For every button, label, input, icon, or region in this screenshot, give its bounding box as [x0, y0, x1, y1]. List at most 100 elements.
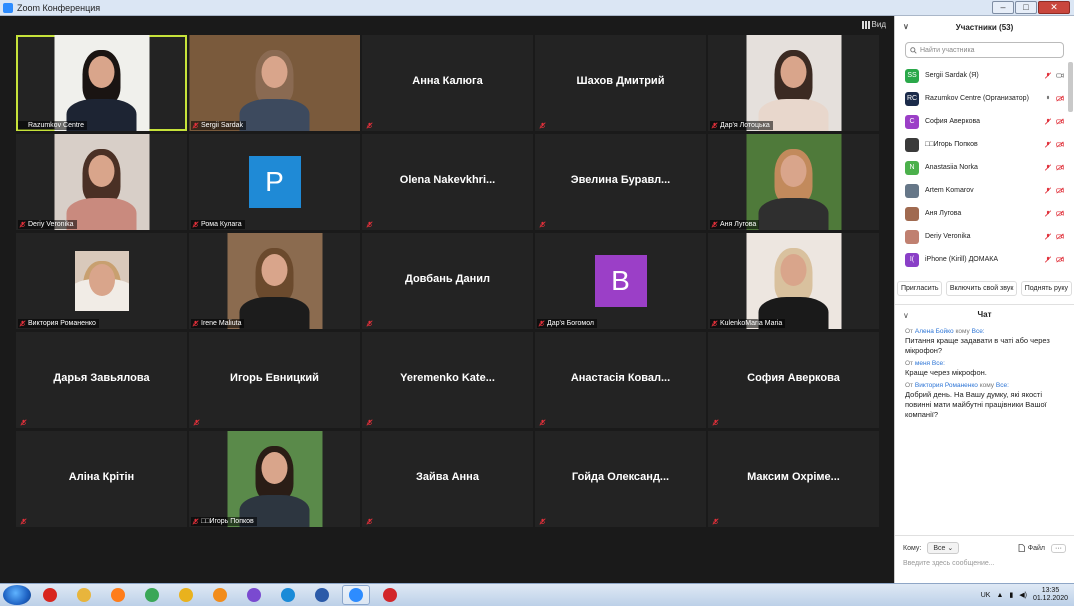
participant-tile[interactable]: Игорь Евницкий	[189, 332, 360, 428]
participant-video	[746, 134, 841, 230]
collapse-chevron-icon[interactable]: ∨	[903, 22, 909, 31]
participant-tile[interactable]: Аліна Крітін	[16, 431, 187, 527]
taskbar-opera-button[interactable]	[36, 585, 64, 605]
file-button[interactable]: Файл	[1018, 544, 1045, 552]
taskbar-zoom-button[interactable]	[342, 585, 370, 605]
view-button[interactable]: Вид	[861, 20, 886, 29]
participant-list-item[interactable]: С София Аверкова	[895, 110, 1074, 133]
participant-tile[interactable]: Дарья Завьялова	[16, 332, 187, 428]
taskbar-viber-button[interactable]	[240, 585, 268, 605]
taskbar-chrome-canary-button[interactable]	[172, 585, 200, 605]
word-icon	[315, 588, 329, 602]
muted-mic-icon[interactable]	[1044, 233, 1052, 240]
tray-expand-icon[interactable]: ▲	[996, 592, 1003, 599]
chat-header: ∨ Чат	[895, 304, 1074, 324]
participant-video	[227, 431, 322, 527]
participant-tile[interactable]: P Рома Кулага	[189, 134, 360, 230]
participant-list-item[interactable]: SS Sergii Sardak (Я)	[895, 64, 1074, 87]
taskbar-word-button[interactable]	[308, 585, 336, 605]
participant-video	[54, 134, 149, 230]
muted-mic-icon[interactable]	[1044, 187, 1052, 194]
chat-message-input[interactable]: Введите здесь сообщение...	[895, 560, 1074, 567]
participant-tile[interactable]: Deriy Veronika	[16, 134, 187, 230]
video-off-icon[interactable]	[1056, 118, 1064, 125]
participant-name: □□Игорь Попков	[201, 518, 254, 525]
participant-tile[interactable]: София Аверкова	[708, 332, 879, 428]
muted-mic-icon[interactable]	[1044, 256, 1052, 263]
participant-tile[interactable]: Довбань Данил	[362, 233, 533, 329]
participant-tile[interactable]: Анна Калюга	[362, 35, 533, 131]
chat-more-button[interactable]: ···	[1051, 543, 1066, 553]
recipient-select[interactable]: Все ⌄	[927, 542, 960, 554]
maximize-button[interactable]: □	[1015, 1, 1037, 14]
muted-mic-icon[interactable]	[1044, 141, 1052, 148]
participant-tile[interactable]: Шахов Дмитрий	[535, 35, 706, 131]
taskbar-chrome-button[interactable]	[138, 585, 166, 605]
muted-mic-icon[interactable]	[1044, 118, 1052, 125]
video-off-icon[interactable]	[1056, 256, 1064, 263]
network-icon[interactable]: ▮	[1009, 591, 1013, 599]
participant-tile[interactable]: □□Игорь Попков	[189, 431, 360, 527]
participant-name: KulenkoMaria Maria	[720, 320, 783, 327]
start-button[interactable]	[3, 585, 31, 605]
taskbar-media-player-button[interactable]	[206, 585, 234, 605]
taskbar-firefox-button[interactable]	[104, 585, 132, 605]
muted-mic-icon	[539, 518, 546, 525]
video-off-icon[interactable]	[1056, 72, 1064, 79]
participant-tile[interactable]: KulenkoMaria Maria	[708, 233, 879, 329]
video-off-icon[interactable]	[1056, 141, 1064, 148]
participant-tile[interactable]: Аня Лугова	[708, 134, 879, 230]
raise-hand-button[interactable]: Поднять руку	[1020, 281, 1072, 296]
participant-tile[interactable]: Гойда Олександ...	[535, 431, 706, 527]
participant-tile[interactable]: B Дар'я Богомол	[535, 233, 706, 329]
participant-display-name: Игорь Евницкий	[230, 372, 319, 384]
participant-tile[interactable]: Виктория Романенко	[16, 233, 187, 329]
participant-name: Anastasiia Norka	[925, 164, 978, 171]
clock[interactable]: 13:35 01.12.2020	[1033, 587, 1068, 603]
participant-tile[interactable]: Дар'я Лотоцька	[708, 35, 879, 131]
video-off-icon[interactable]	[1056, 210, 1064, 217]
participant-tile[interactable]: Максим Охріме...	[708, 431, 879, 527]
participant-tile[interactable]: Анастасія Ковал...	[535, 332, 706, 428]
participant-tile[interactable]: Olena Nakevkhri...	[362, 134, 533, 230]
video-off-icon[interactable]	[1056, 95, 1064, 102]
invite-button[interactable]: Пригласить	[897, 281, 943, 296]
participant-tile[interactable]: Razumkov Centre	[16, 35, 187, 131]
participant-name: Sergii Sardak (Я)	[925, 72, 979, 79]
participant-list-item[interactable]: RC Razumkov Centre (Организатор)	[895, 87, 1074, 110]
participant-avatar	[905, 229, 919, 244]
participant-list-item[interactable]: Artem Komarov	[895, 179, 1074, 202]
muted-mic-icon[interactable]	[1044, 72, 1052, 79]
participant-tile[interactable]: Эвелина Буравл...	[535, 134, 706, 230]
participant-list-item[interactable]: N Anastasiia Norka	[895, 156, 1074, 179]
participant-tile[interactable]: Sergii Sardak	[189, 35, 360, 131]
participant-list-item[interactable]: □□Игорь Попков	[895, 133, 1074, 156]
participant-list-scrollbar[interactable]	[1068, 62, 1073, 112]
participant-list-item[interactable]: Deriy Veronika	[895, 225, 1074, 248]
language-indicator[interactable]: UK	[981, 592, 991, 599]
muted-mic-icon[interactable]	[1044, 164, 1052, 171]
taskbar-edge-button[interactable]	[274, 585, 302, 605]
minimize-button[interactable]: –	[992, 1, 1014, 14]
close-button[interactable]: ✕	[1038, 1, 1070, 14]
participant-tile[interactable]: Irene Maliuta	[189, 233, 360, 329]
taskbar-file-explorer-button[interactable]	[70, 585, 98, 605]
to-label: Кому:	[903, 544, 922, 552]
video-off-icon[interactable]	[1056, 187, 1064, 194]
participant-tile[interactable]: Зайва Анна	[362, 431, 533, 527]
mic-icon[interactable]	[1044, 95, 1052, 102]
participant-status-icons	[1044, 141, 1064, 148]
muted-mic-icon[interactable]	[1044, 210, 1052, 217]
participant-list-item[interactable]: Аня Лугова	[895, 202, 1074, 225]
muted-mic-icon	[711, 221, 718, 228]
participant-display-name: Анастасія Ковал...	[570, 372, 671, 384]
volume-icon[interactable]: ◀)	[1019, 591, 1027, 599]
participant-search-input[interactable]: Найти участника	[905, 42, 1064, 58]
video-off-icon[interactable]	[1056, 233, 1064, 240]
participant-list-item[interactable]: I(iPhone (Kirill) ДОМАКА	[895, 248, 1074, 271]
chat-collapse-chevron-icon[interactable]: ∨	[903, 311, 909, 320]
unmute-self-button[interactable]: Включить свой звук	[945, 281, 1018, 296]
taskbar-acrobat-button[interactable]	[376, 585, 404, 605]
video-off-icon[interactable]	[1056, 164, 1064, 171]
participant-tile[interactable]: Yeremenko Kate...	[362, 332, 533, 428]
